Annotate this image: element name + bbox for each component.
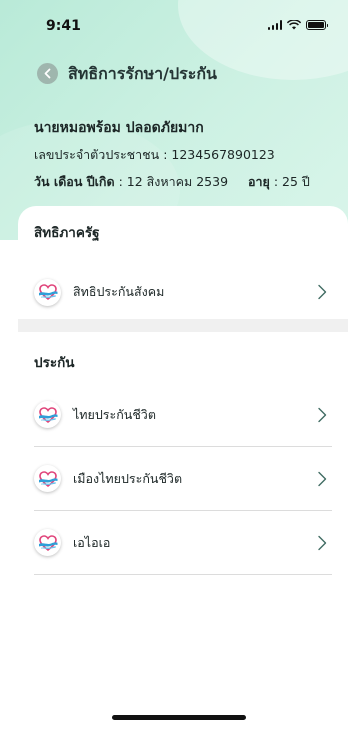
status-time: 9:41 <box>46 18 81 34</box>
back-button[interactable] <box>37 63 58 84</box>
status-icons <box>267 20 328 30</box>
dob-label: วัน เดือน ปีเกิด <box>34 174 115 189</box>
id-value: : 1234567890123 <box>159 147 275 162</box>
list-item-aia[interactable]: เอไอเอ <box>34 511 332 575</box>
id-number-line: เลขประจำตัวประชาชน : 1234567890123 <box>34 145 275 165</box>
insurer-logo-icon <box>34 529 61 556</box>
section-divider <box>18 319 348 332</box>
section-title-insurance: ประกัน <box>34 355 75 371</box>
id-label: เลขประจำตัวประชาชน <box>34 147 160 162</box>
battery-icon <box>306 20 328 30</box>
person-name: นายหมอพร้อม ปลอดภัยมาก <box>34 120 204 136</box>
home-indicator[interactable] <box>112 715 246 720</box>
list-item-muang-thai-life[interactable]: เมืองไทยประกันชีวิต <box>34 447 332 511</box>
section-title-government: สิทธิภาครัฐ <box>34 225 100 241</box>
insurer-logo-icon <box>34 278 61 306</box>
age-value: : 25 ปี <box>269 174 310 189</box>
chevron-right-icon <box>318 535 327 550</box>
wifi-icon <box>287 20 301 30</box>
birth-date-line: วัน เดือน ปีเกิด : 12 สิงหาคม 2539 <box>34 172 228 192</box>
list-item-label: เมืองไทยประกันชีวิต <box>73 470 183 486</box>
insurer-logo-icon <box>34 401 61 428</box>
list-item-label: ไทยประกันชีวิต <box>73 406 156 422</box>
age-line: อายุ : 25 ปี <box>248 172 310 192</box>
chevron-right-icon <box>318 407 327 422</box>
list-item-social-security[interactable]: สิทธิประกันสังคม <box>34 260 332 324</box>
age-label: อายุ <box>248 174 270 189</box>
insurer-logo-icon <box>34 465 61 492</box>
chevron-left-icon <box>44 68 51 79</box>
status-bar: 9:41 <box>0 0 348 44</box>
list-item-thai-life[interactable]: ไทยประกันชีวิต <box>34 383 332 447</box>
list-item-label: เอไอเอ <box>73 534 111 550</box>
chevron-right-icon <box>318 471 327 486</box>
chevron-right-icon <box>318 284 327 300</box>
dob-value: : 12 สิงหาคม 2539 <box>114 174 229 189</box>
list-item-label: สิทธิประกันสังคม <box>73 284 165 299</box>
cellular-signal-icon <box>267 20 282 30</box>
page-title: สิทธิการรักษา/ประกัน <box>68 64 217 83</box>
